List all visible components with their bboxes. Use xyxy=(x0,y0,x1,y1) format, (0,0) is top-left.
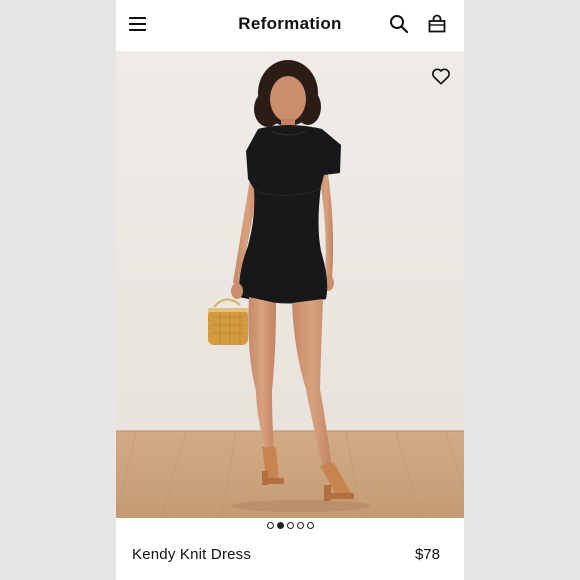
top-navigation-bar: Reformation xyxy=(116,0,464,51)
search-icon[interactable] xyxy=(389,14,409,34)
product-name[interactable]: Kendy Knit Dress xyxy=(132,546,251,563)
carousel-dot[interactable] xyxy=(286,522,294,529)
carousel-dot[interactable] xyxy=(296,522,304,529)
model-in-black-knit-dress xyxy=(116,51,464,518)
heart-icon[interactable] xyxy=(430,65,452,87)
carousel-dot[interactable] xyxy=(266,522,274,529)
brand-logo[interactable]: Reformation xyxy=(116,14,464,34)
carousel-indicator xyxy=(116,522,464,532)
product-price: $78 xyxy=(414,546,440,563)
left-backdrop xyxy=(0,0,116,580)
carousel-dot[interactable] xyxy=(306,522,314,529)
app-screen: Reformation Kendy Knit Dress $78 xyxy=(116,0,464,580)
shopping-bag-icon[interactable] xyxy=(427,14,447,34)
product-hero-image[interactable] xyxy=(116,51,464,518)
right-backdrop xyxy=(464,0,580,580)
carousel-dot[interactable] xyxy=(276,522,284,529)
